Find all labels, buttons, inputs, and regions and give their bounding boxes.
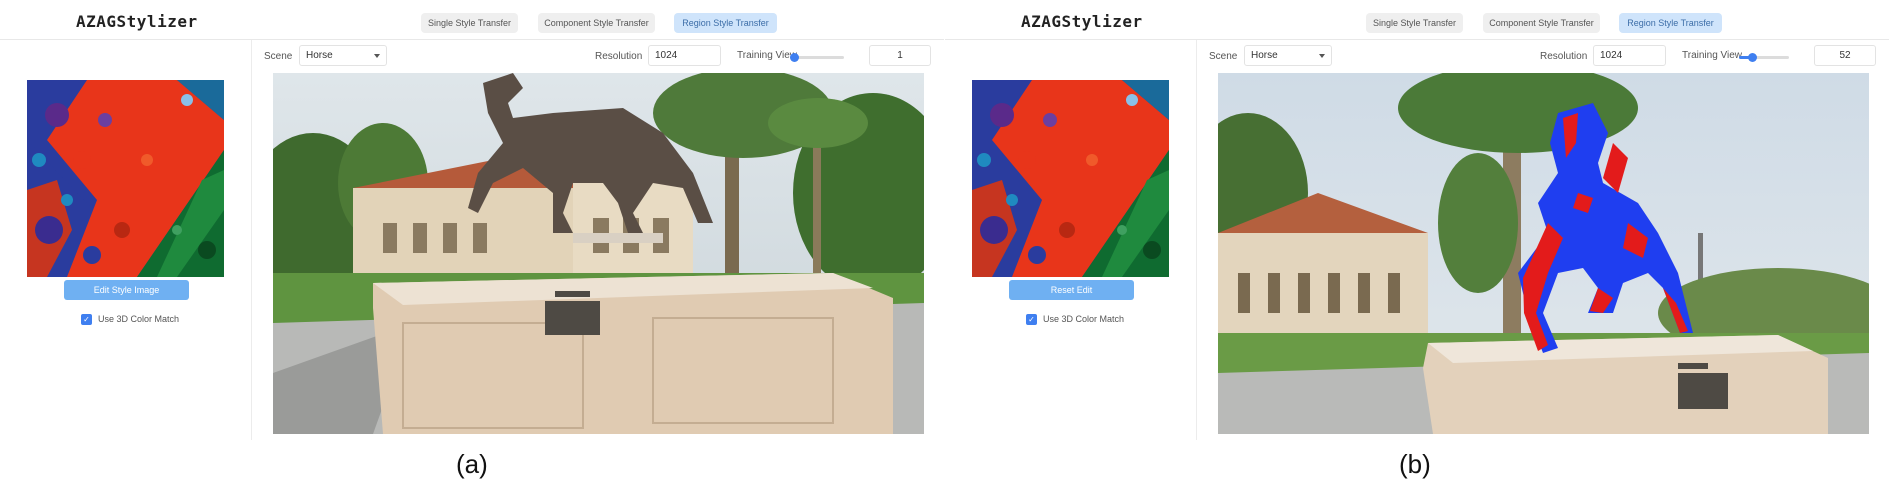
resolution-label: Resolution	[595, 51, 643, 62]
scene-select[interactable]: Horse	[1244, 45, 1332, 66]
color-match-option[interactable]: ✓ Use 3D Color Match	[81, 313, 179, 325]
training-view-input[interactable]: 1	[869, 45, 931, 66]
training-view-slider[interactable]	[1739, 53, 1789, 62]
scene-label: Scene	[1209, 51, 1238, 62]
checkbox[interactable]: ✓	[81, 313, 92, 325]
style-sidebar: Reset Edit ✓ Use 3D Color Match	[945, 40, 1197, 440]
app-window-b: AZAGStylizer Single Style Transfer Compo…	[945, 0, 1889, 440]
chevron-down-icon	[374, 54, 380, 58]
app-logo: AZAGStylizer	[76, 12, 198, 31]
tab-component-style-transfer[interactable]: Component Style Transfer	[1483, 13, 1600, 33]
style-image-graphic	[972, 80, 1169, 277]
style-image-graphic	[27, 80, 224, 277]
style-image[interactable]	[27, 80, 224, 277]
scene-label: Scene	[264, 51, 293, 62]
viewer-toolbar: Scene Horse Resolution 1024 Training Vie…	[253, 40, 944, 73]
figure-caption-a: (a)	[456, 449, 488, 479]
tab-region-style-transfer[interactable]: Region Style Transfer	[1619, 13, 1722, 33]
resolution-input[interactable]: 1024	[648, 45, 721, 66]
checkmark-icon: ✓	[1028, 314, 1035, 324]
color-match-label: Use 3D Color Match	[1043, 314, 1125, 324]
tab-single-style-transfer[interactable]: Single Style Transfer	[1366, 13, 1463, 33]
tab-single-style-transfer[interactable]: Single Style Transfer	[421, 13, 518, 33]
scene-value: Horse	[306, 50, 333, 61]
training-view-label: Training View	[1682, 50, 1743, 61]
app-window-a: AZAGStylizer Single Style Transfer Compo…	[0, 0, 944, 440]
resolution-input[interactable]: 1024	[1593, 45, 1666, 66]
style-sidebar: Edit Style Image ✓ Use 3D Color Match	[0, 40, 252, 440]
app-logo: AZAGStylizer	[1021, 12, 1143, 31]
slider-thumb[interactable]	[1747, 53, 1757, 62]
stylized-horse-render	[1218, 73, 1869, 434]
horse-statue-render	[273, 73, 924, 434]
edit-style-image-button[interactable]: Edit Style Image	[64, 280, 189, 300]
render-viewport[interactable]	[273, 73, 924, 434]
training-view-label: Training View	[737, 50, 798, 61]
color-match-option[interactable]: ✓ Use 3D Color Match	[1026, 313, 1124, 325]
viewer-toolbar: Scene Horse Resolution 1024 Training Vie…	[1198, 40, 1889, 73]
color-match-label: Use 3D Color Match	[98, 314, 180, 324]
tab-region-style-transfer[interactable]: Region Style Transfer	[674, 13, 777, 33]
scene-value: Horse	[1251, 50, 1278, 61]
top-bar: AZAGStylizer Single Style Transfer Compo…	[0, 0, 944, 40]
resolution-label: Resolution	[1540, 51, 1588, 62]
training-view-slider[interactable]	[790, 53, 844, 62]
slider-track	[794, 56, 844, 59]
scene-select[interactable]: Horse	[299, 45, 387, 66]
reset-edit-button[interactable]: Reset Edit	[1009, 280, 1134, 300]
figure-caption-b: (b)	[1399, 449, 1431, 479]
checkbox[interactable]: ✓	[1026, 313, 1037, 325]
tab-component-style-transfer[interactable]: Component Style Transfer	[538, 13, 655, 33]
slider-thumb[interactable]	[790, 53, 799, 62]
checkmark-icon: ✓	[83, 314, 90, 324]
chevron-down-icon	[1319, 54, 1325, 58]
top-bar: AZAGStylizer Single Style Transfer Compo…	[945, 0, 1889, 40]
training-view-input[interactable]: 52	[1814, 45, 1876, 66]
render-viewport[interactable]	[1218, 73, 1869, 434]
style-image[interactable]	[972, 80, 1169, 277]
